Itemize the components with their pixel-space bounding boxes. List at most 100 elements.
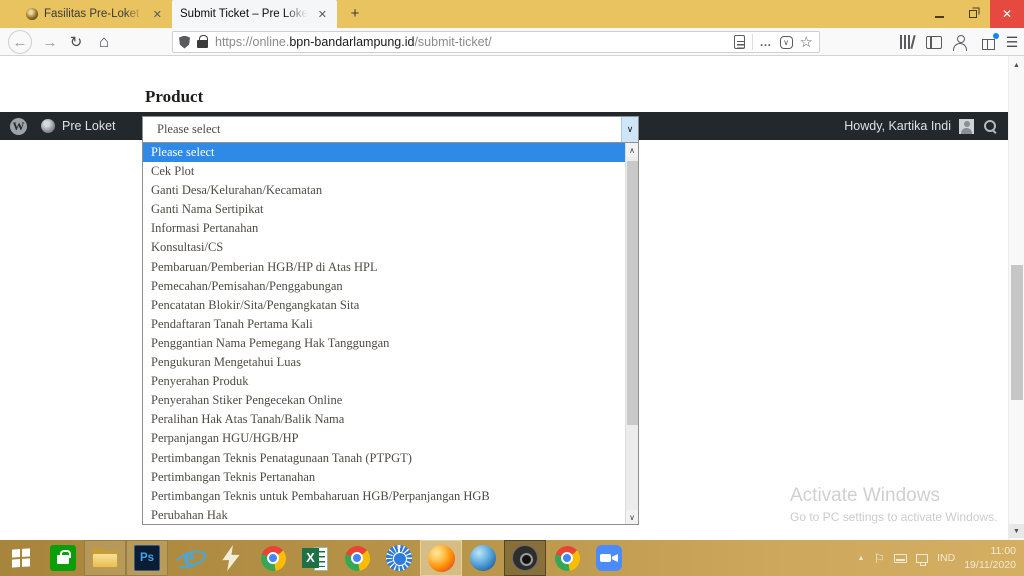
library-icon[interactable]: [895, 30, 919, 54]
window-close-button[interactable]: ✕: [990, 0, 1024, 28]
new-tab-button[interactable]: +: [344, 4, 366, 24]
taskbar-windows-store[interactable]: [42, 540, 84, 576]
avatar[interactable]: [959, 119, 974, 134]
tab-submit-ticket[interactable]: Submit Ticket – Pre Loket ✕: [172, 0, 337, 28]
network-icon[interactable]: [916, 554, 928, 563]
taskbar-globe-app[interactable]: [462, 540, 504, 576]
dropdown-option[interactable]: Pembaruan/Pemberian HGB/HP di Atas HPL: [143, 258, 625, 277]
product-select[interactable]: Please select ∨: [142, 116, 639, 143]
page-scrollbar[interactable]: ▲ ▼: [1008, 56, 1024, 540]
url-bar[interactable]: https://online.bpn-bandarlampung.id/subm…: [172, 31, 820, 53]
touch-keyboard-icon[interactable]: [894, 554, 907, 563]
taskbar-chrome-2[interactable]: [336, 540, 378, 576]
internet-explorer-icon: e: [175, 545, 203, 571]
scroll-up-icon[interactable]: ∧: [626, 143, 638, 157]
windows-logo-icon: [12, 549, 30, 568]
chrome-icon: [345, 546, 370, 571]
tab-title: Submit Ticket – Pre Loket: [180, 8, 310, 20]
dropdown-option[interactable]: Perpanjangan HGU/HGB/HP: [143, 429, 625, 448]
dropdown-option[interactable]: Please select: [143, 143, 625, 162]
wordpress-logo-icon[interactable]: W: [10, 118, 27, 135]
taskbar-excel[interactable]: [294, 540, 336, 576]
admin-bar-howdy[interactable]: Howdy, Kartika Indi: [844, 119, 951, 133]
action-center-flag-icon[interactable]: ⚐: [873, 552, 885, 565]
chrome-icon: [555, 546, 580, 571]
taskbar-firefox[interactable]: [420, 540, 462, 576]
whats-new-gift-icon[interactable]: [976, 30, 1000, 54]
dropdown-option[interactable]: Informasi Pertanahan: [143, 219, 625, 238]
back-button[interactable]: ←: [8, 30, 32, 54]
restore-icon: [969, 10, 977, 18]
taskbar-file-explorer[interactable]: [84, 540, 126, 576]
taskbar-photoshop[interactable]: Ps: [126, 540, 168, 576]
dropdown-option[interactable]: Pertimbangan Teknis untuk Pembaharuan HG…: [143, 487, 625, 506]
window-minimize-button[interactable]: [922, 0, 956, 28]
dropdown-option[interactable]: Pertimbangan Teknis Pertanahan: [143, 468, 625, 487]
pocket-icon[interactable]: ∨: [780, 36, 793, 49]
dropdown-option[interactable]: Pengukuran Mengetahui Luas: [143, 353, 625, 372]
hidden-icons-chevron-icon[interactable]: ▲: [858, 555, 865, 562]
forward-button[interactable]: →: [38, 30, 62, 54]
product-select-value: Please select: [143, 122, 621, 137]
dropdown-option[interactable]: Pencatatan Blokir/Sita/Pengangkatan Sita: [143, 296, 625, 315]
language-indicator[interactable]: IND: [937, 552, 955, 564]
time: 11:00: [991, 545, 1017, 557]
menu-hamburger-icon[interactable]: ☰: [1000, 30, 1024, 54]
dropdown-option[interactable]: Ganti Nama Sertipikat: [143, 200, 625, 219]
dropdown-option[interactable]: Pendaftaran Tanah Pertama Kali: [143, 315, 625, 334]
dropdown-option[interactable]: Peralihan Hak Atas Tanah/Balik Nama: [143, 410, 625, 429]
dropdown-option[interactable]: Pertimbangan Teknis Penatagunaan Tanah (…: [143, 449, 625, 468]
sidebar-toggle-icon[interactable]: [922, 30, 946, 54]
activate-windows-watermark: Activate Windows Go to PC settings to ac…: [790, 485, 997, 524]
dropdown-option[interactable]: Penyerahan Stiker Pengecekan Online: [143, 391, 625, 410]
refresh-button[interactable]: ↻: [64, 30, 88, 54]
taskbar-chrome-3[interactable]: [546, 540, 588, 576]
tab-fasilitas-preloket[interactable]: Fasilitas Pre-Loket - ATR/BPN K ✕: [18, 0, 172, 28]
site-favicon-icon: [26, 8, 38, 20]
chrome-icon: [261, 546, 286, 571]
page-actions-icon[interactable]: …: [760, 35, 773, 49]
page-title: Product: [145, 87, 203, 107]
taskbar-chrome[interactable]: [252, 540, 294, 576]
dropdown-scrollbar[interactable]: ∧ ∨: [625, 143, 638, 524]
reader-mode-icon[interactable]: [734, 35, 745, 49]
bookmark-star-icon[interactable]: ☆: [800, 33, 813, 51]
clock[interactable]: 11:00 19/11/2020: [964, 544, 1016, 572]
taskbar-rays-app[interactable]: [378, 540, 420, 576]
camera-icon: [512, 545, 538, 571]
select-chevron-down-icon[interactable]: ∨: [621, 117, 638, 142]
lock-icon[interactable]: [197, 40, 208, 48]
tracking-shield-icon[interactable]: [179, 36, 190, 49]
scrollbar-thumb[interactable]: [1011, 265, 1023, 400]
dropdown-option[interactable]: Perubahan Hak: [143, 506, 625, 525]
browser-navbar: ← → ↻ ⌂ https://online.bpn-bandarlampung…: [0, 28, 1024, 56]
scroll-up-icon[interactable]: ▲: [1009, 58, 1024, 72]
dropdown-option[interactable]: Penyerahan Produk: [143, 372, 625, 391]
dropdown-option[interactable]: Cek Plot: [143, 162, 625, 181]
tab-close-icon[interactable]: ✕: [316, 8, 329, 21]
system-tray: ▲ ⚐ IND 11:00 19/11/2020: [858, 544, 1024, 572]
tab-close-icon[interactable]: ✕: [151, 8, 164, 21]
taskbar-camera-app[interactable]: [504, 540, 546, 576]
dropdown-option[interactable]: Konsultasi/CS: [143, 238, 625, 257]
scrollbar-thumb[interactable]: [627, 161, 638, 425]
start-button[interactable]: [0, 540, 42, 576]
minimize-icon: [935, 16, 944, 18]
dropdown-option[interactable]: Pemecahan/Pemisahan/Penggabungan: [143, 277, 625, 296]
tab-title: Fasilitas Pre-Loket - ATR/BPN K: [44, 8, 145, 20]
globe-icon: [470, 545, 496, 571]
taskbar-zoom[interactable]: [588, 540, 630, 576]
search-icon[interactable]: [982, 118, 998, 134]
dropdown-option[interactable]: Ganti Desa/Kelurahan/Kecamatan: [143, 181, 625, 200]
dropdown-option[interactable]: Penggantian Nama Pemegang Hak Tanggungan: [143, 334, 625, 353]
scroll-down-icon[interactable]: ∨: [626, 510, 638, 524]
home-button[interactable]: ⌂: [92, 30, 116, 54]
account-icon[interactable]: [948, 30, 972, 54]
window-restore-button[interactable]: [956, 0, 990, 28]
taskbar-winamp[interactable]: [210, 540, 252, 576]
scroll-down-icon[interactable]: ▼: [1009, 524, 1024, 538]
rays-app-icon: [386, 545, 412, 571]
url-text[interactable]: https://online.bpn-bandarlampung.id/subm…: [215, 35, 727, 49]
taskbar-internet-explorer[interactable]: e: [168, 540, 210, 576]
admin-bar-site-name[interactable]: Pre Loket: [62, 119, 116, 133]
